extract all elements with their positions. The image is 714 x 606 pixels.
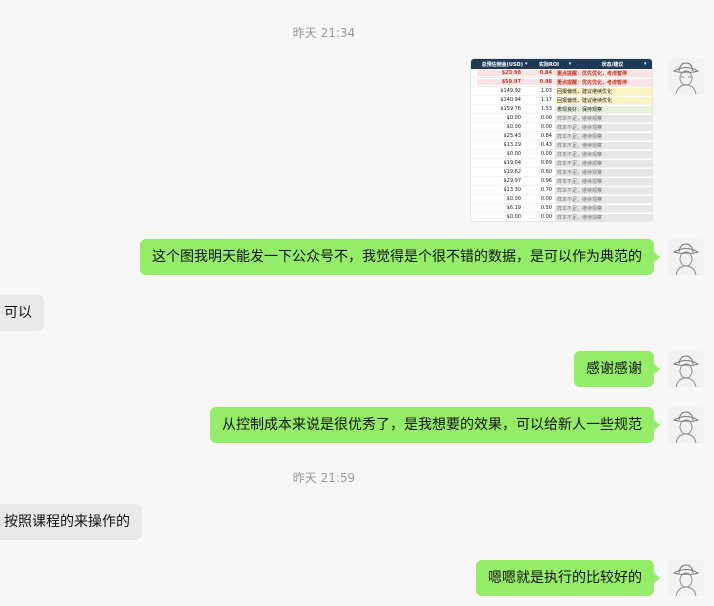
message-bubble-sent[interactable]: 感谢感谢 — [574, 351, 660, 387]
image-cell-status: 样本不足，继续观察 — [555, 141, 652, 149]
avatar[interactable] — [668, 239, 704, 275]
cowboy-sketch-icon — [668, 407, 704, 443]
image-cell-roi: 0.69 — [540, 160, 552, 166]
avatar[interactable] — [668, 351, 704, 387]
message-bubble-sent[interactable]: 从控制成本来说是很优秀了，是我想要的效果，可以给新人一些规范 — [210, 407, 660, 443]
image-table-header: 总预估佣金(USD) ▾ 实际ROI ▾ 状态/建议 ▾ — [471, 59, 652, 69]
image-table-row: $159.76 1.53 表现良好：保持观察 — [471, 105, 652, 114]
image-cell-commission: $0.00 — [506, 115, 521, 121]
image-cell-commission: $149.92 — [500, 88, 521, 94]
image-col-commission: 总预估佣金(USD) — [481, 61, 523, 68]
image-cell-commission: $0.00 — [506, 196, 521, 202]
image-table-row: $0.00 0.00 样本不足，继续观察 — [471, 123, 652, 132]
image-cell-commission: $19.62 — [503, 169, 522, 175]
image-cell-commission: $13.29 — [503, 142, 522, 148]
image-cell-status: 样本不足，继续观察 — [555, 150, 652, 158]
image-table-row: $0.00 0.00 样本不足，继续观察 — [471, 150, 652, 159]
image-cell-commission: $29.97 — [503, 178, 522, 184]
image-cell-roi: 0.00 — [540, 124, 552, 130]
image-cell-status: 样本不足，继续观察 — [555, 114, 652, 122]
image-cell-roi: 0.00 — [540, 196, 552, 202]
cowboy-sketch-icon — [668, 560, 704, 596]
image-cell-status: 样本不足，继续观察 — [555, 132, 652, 140]
image-cell-roi: 0.00 — [540, 214, 552, 220]
image-table-row: $13.29 0.43 样本不足，继续观察 — [471, 141, 652, 150]
message-bubble-received[interactable]: 按照课程的来操作的 — [0, 504, 142, 540]
image-cell-roi: 1.53 — [540, 106, 552, 112]
image-cell-commission: $59.97 — [477, 79, 524, 85]
image-cell-status: 样本不足，继续观察 — [555, 168, 652, 176]
image-cell-roi: 0.50 — [540, 205, 552, 211]
image-cell-commission: $13.30 — [503, 187, 522, 193]
image-cell-roi: 0.00 — [540, 115, 552, 121]
timestamp: 昨天 21:59 — [292, 471, 356, 485]
cowboy-sketch-icon — [668, 351, 704, 387]
image-cell-status: 样本不足，继续观察 — [555, 204, 652, 212]
image-table-row: $0.00 0.00 样本不足，继续观察 — [471, 195, 652, 204]
image-cell-commission: $159.76 — [500, 106, 521, 112]
image-cell-status: 样本不足，继续观察 — [555, 186, 652, 194]
avatar[interactable] — [668, 560, 704, 596]
image-table-row: $29.97 0.96 样本不足，继续观察 — [471, 177, 652, 186]
image-cell-roi: 0.70 — [540, 187, 552, 193]
image-cell-status: 样本不足，继续观察 — [555, 159, 652, 167]
image-table-row: $149.92 1.03 回报偏低，建议继续优化 — [471, 87, 652, 96]
image-table-row: $19.62 0.60 样本不足，继续观察 — [471, 168, 652, 177]
image-message[interactable]: 总预估佣金(USD) ▾ 实际ROI ▾ 状态/建议 ▾ $23.98 0.84 重… — [470, 58, 653, 222]
image-cell-commission: $140.94 — [500, 97, 521, 103]
image-cell-status: 表现良好：保持观察 — [555, 105, 652, 113]
image-cell-roi: 0.60 — [540, 169, 552, 175]
image-cell-commission: $6.19 — [506, 205, 521, 211]
image-cell-status: 重点提醒：优先优化，考虑暂停 — [555, 78, 652, 86]
image-cell-roi: 0.43 — [540, 142, 552, 148]
avatar[interactable] — [668, 407, 704, 443]
image-cell-status: 样本不足，继续观察 — [555, 123, 652, 131]
image-table-row: $6.19 0.50 样本不足，继续观察 — [471, 204, 652, 213]
image-cell-roi: 0.84 — [524, 70, 555, 76]
image-cell-roi: 1.03 — [540, 88, 552, 94]
image-cell-roi: 0.96 — [540, 178, 552, 184]
timestamp: 昨天 21:34 — [292, 26, 356, 40]
image-cell-roi: 1.17 — [540, 97, 552, 103]
image-cell-status: 样本不足，继续观察 — [555, 177, 652, 185]
image-cell-status: 回报偏低，建议继续优化 — [555, 96, 652, 104]
image-cell-status: 重点提醒：优先优化，考虑暂停 — [555, 69, 652, 77]
cowboy-sketch-icon — [668, 239, 704, 275]
image-cell-roi: 0.98 — [524, 79, 555, 85]
image-cell-roi: 0.00 — [540, 151, 552, 157]
image-table-row: $25.43 0.84 样本不足，继续观察 — [471, 132, 652, 141]
image-cell-commission: $0.00 — [506, 151, 521, 157]
image-cell-commission: $0.00 — [506, 214, 521, 220]
message-bubble-received[interactable]: 可以 — [0, 295, 44, 331]
message-bubble-sent[interactable]: 嗯嗯就是执行的比较好的 — [476, 560, 660, 596]
image-table-row: $0.00 0.00 样本不足，继续观察 — [471, 213, 652, 221]
message-bubble-sent[interactable]: 这个图我明天能发一下公众号不，我觉得是个很不错的数据，是可以作为典范的 — [140, 239, 660, 275]
image-col-roi: 实际ROI — [539, 61, 559, 68]
image-col-status: 状态/建议 — [601, 61, 624, 68]
image-table-row: $59.97 0.98 重点提醒：优先优化，考虑暂停 — [471, 78, 652, 87]
image-cell-status: 样本不足，继续观察 — [555, 195, 652, 203]
image-table-row: $0.00 0.00 样本不足，继续观察 — [471, 114, 652, 123]
image-table-row: $140.94 1.17 回报偏低，建议继续优化 — [471, 96, 652, 105]
image-cell-commission: $25.43 — [503, 133, 522, 139]
image-table-body: $23.98 0.84 重点提醒：优先优化，考虑暂停 $59.97 0.98 重点提醒：优… — [471, 69, 652, 221]
image-table-row: $13.30 0.70 样本不足，继续观察 — [471, 186, 652, 195]
image-cell-commission: $19.04 — [503, 160, 522, 166]
image-cell-roi: 0.84 — [540, 133, 552, 139]
image-table-row: $23.98 0.84 重点提醒：优先优化，考虑暂停 — [471, 69, 652, 78]
avatar[interactable] — [668, 58, 704, 94]
image-cell-commission: $0.00 — [506, 124, 521, 130]
image-cell-status: 样本不足，继续观察 — [555, 213, 652, 221]
image-cell-status: 回报偏低，建议继续优化 — [555, 87, 652, 95]
cowboy-sketch-icon — [668, 58, 704, 94]
image-cell-commission: $23.98 — [477, 70, 524, 76]
image-table-row: $19.04 0.69 样本不足，继续观察 — [471, 159, 652, 168]
